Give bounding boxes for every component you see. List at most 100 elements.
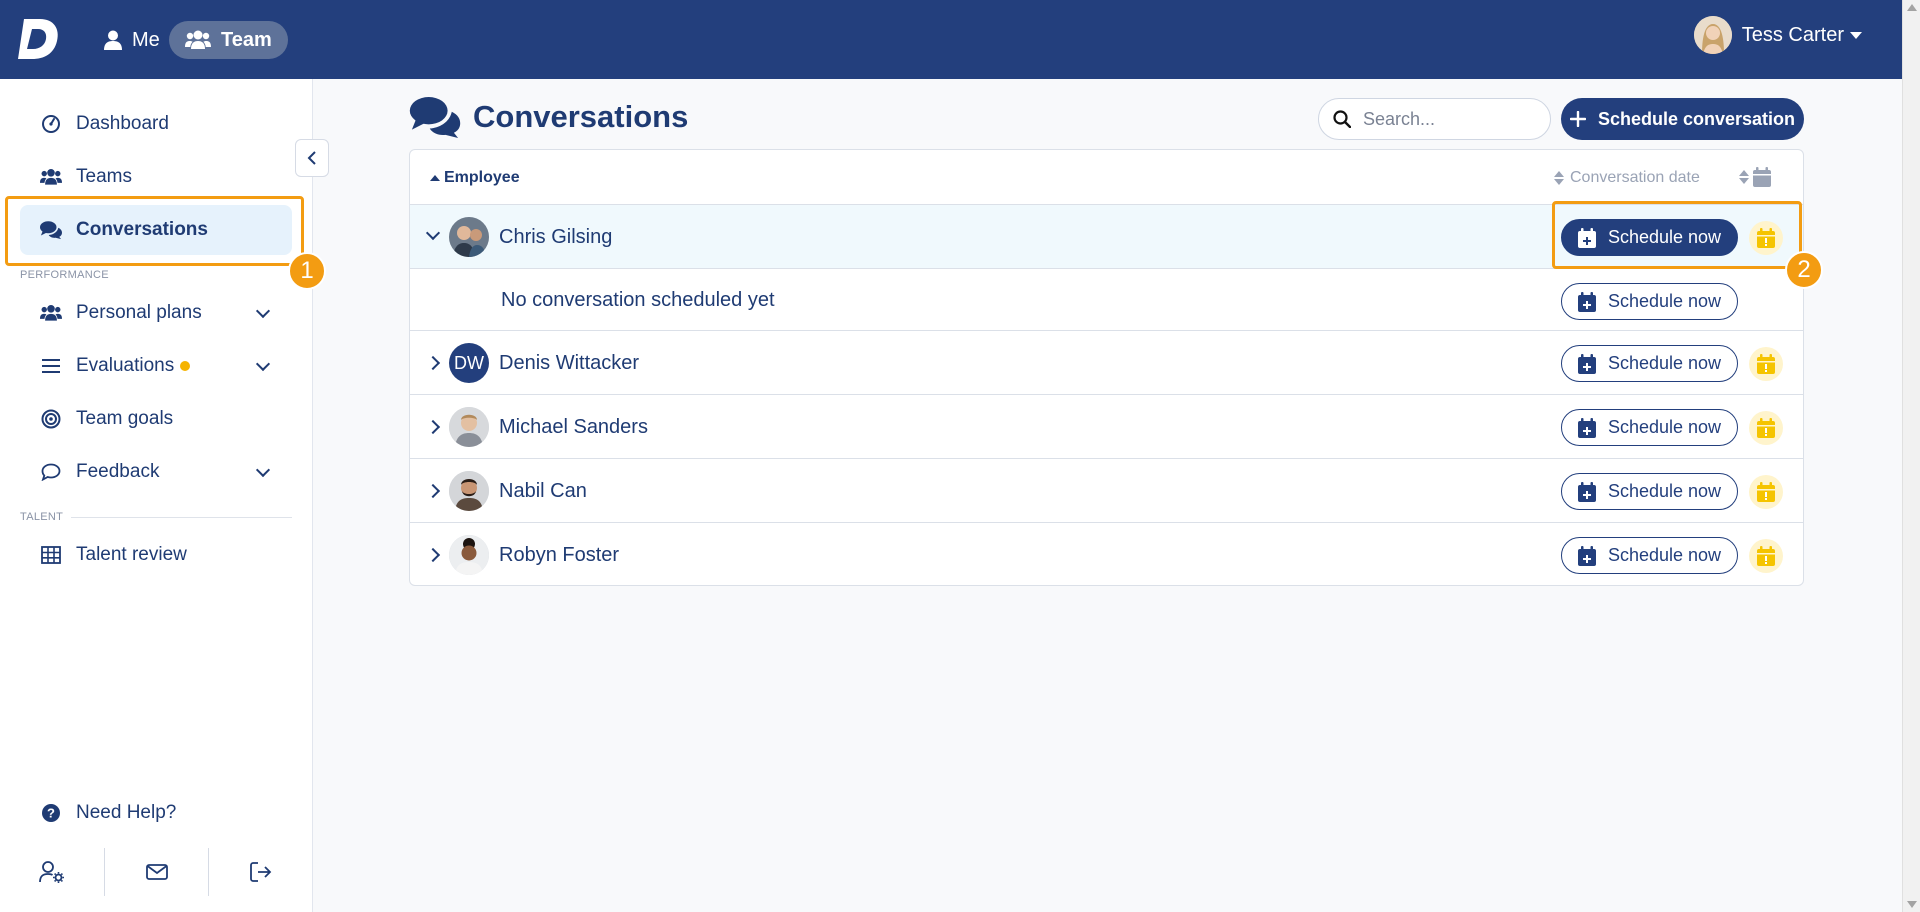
calendar-export-button[interactable] <box>1749 475 1783 509</box>
column-header-calendar[interactable] <box>1739 167 1771 187</box>
chevron-left-icon <box>307 151 316 165</box>
table-row[interactable]: Michael Sanders Schedule now <box>410 395 1803 459</box>
chevron-down-icon <box>255 356 271 372</box>
target-icon <box>40 408 62 430</box>
calendar-exclamation-icon <box>1757 546 1775 566</box>
calendar-export-button[interactable] <box>1749 411 1783 445</box>
caret-down-icon <box>1850 31 1862 39</box>
schedule-conversation-button[interactable]: Schedule conversation <box>1561 98 1804 140</box>
messages-button[interactable] <box>105 848 209 896</box>
calendar-export-button[interactable] <box>1749 539 1783 573</box>
grid-icon <box>40 544 62 566</box>
scroll-up-icon[interactable] <box>1907 4 1917 11</box>
column-header-conversation-date[interactable]: Conversation date <box>1554 169 1700 187</box>
nav-me[interactable]: Me <box>92 21 172 59</box>
calendar-plus-icon <box>1577 291 1596 312</box>
sort-asc-icon <box>430 175 440 181</box>
sidebar-footer <box>0 832 313 912</box>
calendar-exclamation-icon <box>1757 418 1775 438</box>
page-title-text: Conversations <box>473 99 689 134</box>
schedule-now-button[interactable]: Schedule now <box>1561 345 1738 382</box>
sidebar-item-personal-plans[interactable]: Personal plans <box>20 288 292 338</box>
users-icon <box>40 302 62 324</box>
nav-team[interactable]: Team <box>169 21 288 59</box>
user-cog-icon <box>38 861 64 883</box>
scroll-down-icon[interactable] <box>1907 901 1917 908</box>
logout-icon <box>250 862 272 882</box>
user-settings-button[interactable] <box>0 848 104 896</box>
search-input[interactable] <box>1363 108 1533 130</box>
calendar-plus-icon <box>1577 353 1596 374</box>
schedule-now-button[interactable]: Schedule now <box>1561 409 1738 446</box>
sidebar-item-label: Feedback <box>76 461 160 482</box>
chevron-right-icon[interactable] <box>425 355 441 371</box>
comments-icon <box>409 97 461 138</box>
avatar: DW <box>449 343 489 383</box>
user-icon <box>104 30 122 50</box>
calendar-exclamation-icon <box>1757 354 1775 374</box>
employee-name[interactable]: Chris Gilsing <box>499 226 612 249</box>
sidebar-item-label: Evaluations <box>76 355 175 376</box>
divider <box>71 516 292 518</box>
chevron-right-icon[interactable] <box>425 483 441 499</box>
search-box[interactable] <box>1318 98 1551 140</box>
chevron-down-icon[interactable] <box>425 225 441 241</box>
avatar <box>449 471 489 511</box>
logout-button[interactable] <box>209 848 313 896</box>
user-menu[interactable]: Tess Carter <box>1693 16 1862 54</box>
speech-bubble-icon <box>40 461 62 483</box>
highlight-box <box>1552 201 1802 269</box>
sidebar-item-dashboard[interactable]: Dashboard <box>20 99 292 149</box>
chevron-down-icon <box>255 303 271 319</box>
sidebar-collapse-button[interactable] <box>295 139 329 177</box>
nav-team-label: Team <box>221 28 272 51</box>
users-icon <box>185 30 211 49</box>
schedule-now-button[interactable]: Schedule now <box>1561 283 1738 320</box>
sidebar-item-label: Team goals <box>76 408 174 429</box>
sidebar-item-label: Teams <box>76 166 132 187</box>
employee-name[interactable]: Denis Wittacker <box>499 352 639 375</box>
employee-name[interactable]: Nabil Can <box>499 480 587 503</box>
sidebar-item-teams[interactable]: Teams <box>20 152 292 202</box>
scrollbar[interactable] <box>1902 0 1920 912</box>
avatar <box>449 535 489 575</box>
schedule-conversation-label: Schedule conversation <box>1597 108 1796 129</box>
sidebar-item-label: Talent review <box>76 544 187 565</box>
employee-name[interactable]: Robyn Foster <box>499 544 619 567</box>
sidebar-item-label: Need Help? <box>76 802 177 823</box>
notification-dot <box>180 361 191 371</box>
chevron-right-icon[interactable] <box>425 547 441 563</box>
plus-icon <box>1569 111 1586 127</box>
chevron-right-icon[interactable] <box>425 419 441 435</box>
envelope-icon <box>145 864 168 880</box>
table-subrow: No conversation scheduled yet Schedule n… <box>410 269 1803 331</box>
step-badge: 2 <box>1785 251 1823 289</box>
brand-logo[interactable] <box>18 17 60 61</box>
column-header-employee[interactable]: Employee <box>430 169 520 187</box>
sidebar-item-feedback[interactable]: Feedback <box>20 447 292 497</box>
calendar-export-button[interactable] <box>1749 347 1783 381</box>
help-icon: ? <box>40 802 62 824</box>
schedule-now-button[interactable]: Schedule now <box>1561 473 1738 510</box>
schedule-now-button[interactable]: Schedule now <box>1561 537 1738 574</box>
sidebar-item-label: Dashboard <box>76 113 169 134</box>
top-bar: Me Team Tess Carter <box>0 0 1902 79</box>
sort-icon <box>1739 170 1749 184</box>
table-row[interactable]: Robyn Foster Schedule now <box>410 523 1803 585</box>
table-row[interactable]: Nabil Can Schedule now <box>410 459 1803 523</box>
nav-me-label: Me <box>132 28 160 51</box>
page-title: Conversations <box>409 96 688 138</box>
highlight-box <box>5 196 304 266</box>
table-row[interactable]: DW Denis Wittacker Schedule now <box>410 331 1803 395</box>
calendar-icon <box>1753 167 1771 187</box>
sidebar-item-need-help[interactable]: ? Need Help? <box>20 788 292 838</box>
sidebar-item-team-goals[interactable]: Team goals <box>20 394 292 444</box>
employee-name[interactable]: Michael Sanders <box>499 416 648 439</box>
sidebar-item-evaluations[interactable]: Evaluations <box>20 341 292 391</box>
avatar <box>1693 16 1732 54</box>
sidebar-item-talent-review[interactable]: Talent review <box>20 530 292 580</box>
list-icon <box>40 355 62 377</box>
sort-icon <box>1554 171 1564 185</box>
calendar-plus-icon <box>1577 417 1596 438</box>
users-icon <box>40 166 62 188</box>
